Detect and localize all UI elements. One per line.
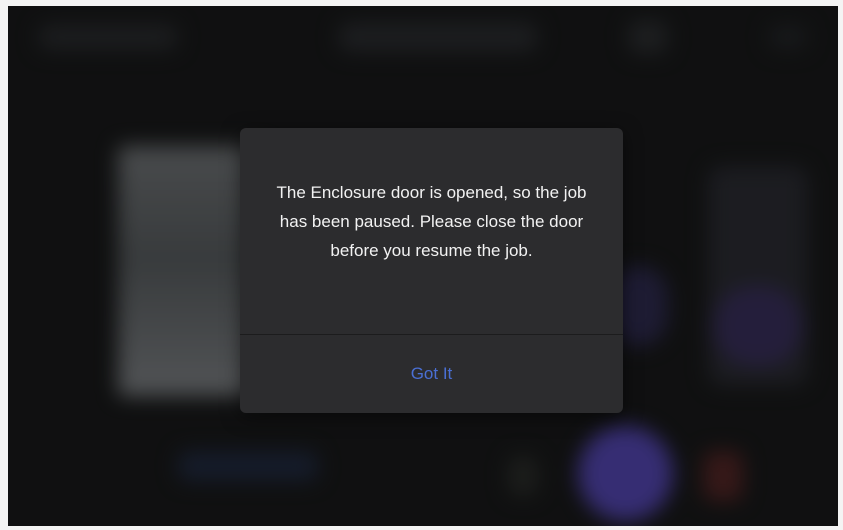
got-it-button[interactable]: Got It <box>240 335 623 413</box>
enclosure-door-dialog: The Enclosure door is opened, so the job… <box>240 128 623 413</box>
device-screen: The Enclosure door is opened, so the job… <box>8 6 838 526</box>
dialog-message: The Enclosure door is opened, so the job… <box>276 183 587 260</box>
